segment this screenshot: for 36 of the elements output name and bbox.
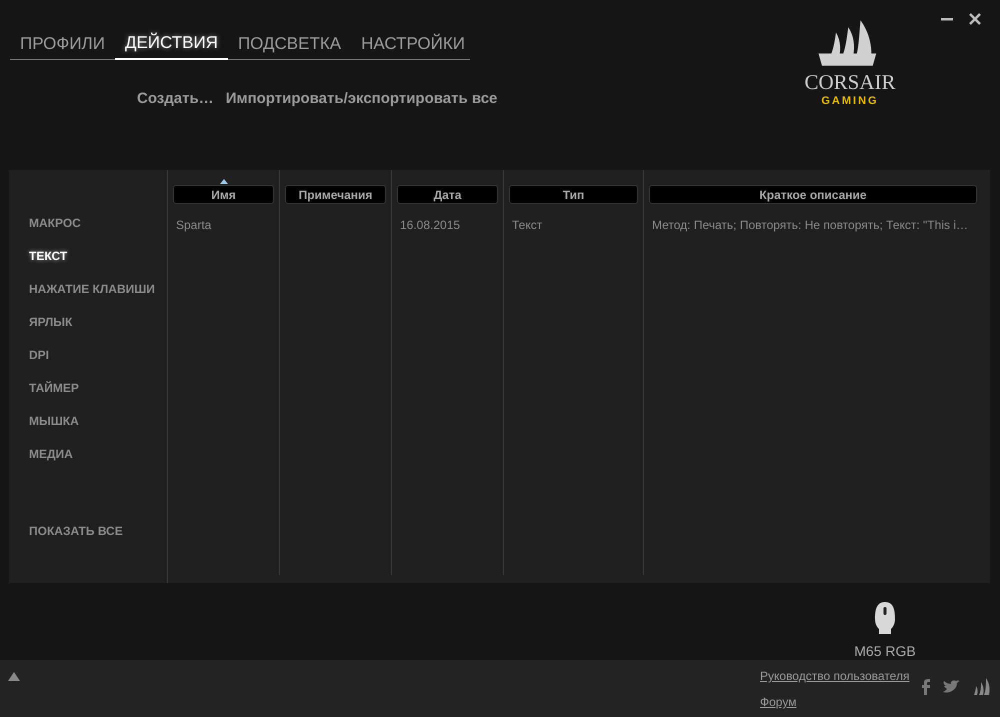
tab[interactable]: НАСТРОЙКИ — [351, 30, 475, 60]
tab[interactable]: ПРОФИЛИ — [10, 30, 115, 60]
column-header[interactable]: Тип — [509, 185, 638, 204]
close-button[interactable] — [968, 12, 982, 26]
category-item[interactable]: МЫШКА — [29, 413, 79, 429]
tab[interactable]: ПОДСВЕТКА — [228, 30, 352, 60]
table-cell-text: Метод: Печать; Повторять: Не повторять; Текст: "This i… — [652, 218, 969, 232]
category-item[interactable]: ТАЙМЕР — [29, 380, 79, 396]
mouse-icon — [874, 601, 896, 635]
action-link[interactable]: Создать… — [137, 90, 214, 107]
show-all-link[interactable]: ПОКАЗАТЬ ВСЕ — [29, 523, 167, 539]
device-name: M65 RGB — [854, 643, 916, 659]
brand-subtitle: GAMING — [821, 95, 879, 107]
category-item[interactable]: МАКРОС — [29, 215, 81, 231]
footer-link[interactable]: Форум — [760, 695, 796, 709]
category-item[interactable]: ЯРЛЫК — [29, 314, 72, 330]
category-item[interactable]: ТЕКСТ — [29, 248, 68, 264]
column-header[interactable]: Примечания — [285, 185, 386, 204]
action-link[interactable]: Импортировать/экспортировать все — [226, 90, 498, 107]
footer-link[interactable]: Руководство пользователя — [760, 669, 910, 683]
close-icon — [968, 12, 982, 26]
column-header[interactable]: Имя — [173, 185, 274, 204]
category-item[interactable]: МЕДИА — [29, 446, 73, 462]
brand-name: CORSAIR — [804, 70, 896, 95]
table-cell-text: Текст — [512, 218, 544, 232]
column-header[interactable]: Дата — [397, 185, 498, 204]
table-cell-text: Sparta — [176, 218, 212, 232]
sails-icon[interactable] — [973, 678, 992, 696]
category-item[interactable]: DPI — [29, 347, 50, 363]
bird-icon[interactable] — [943, 680, 962, 694]
facebook-icon[interactable] — [921, 679, 932, 695]
table-cell-text: 16.08.2015 — [400, 218, 462, 232]
category-item[interactable]: НАЖАТИЕ КЛАВИШИ — [29, 281, 155, 297]
column-header[interactable]: Краткое описание — [649, 185, 977, 204]
expand-arrow-icon[interactable] — [8, 672, 20, 681]
tab[interactable]: ДЕЙСТВИЯ — [114, 30, 228, 60]
